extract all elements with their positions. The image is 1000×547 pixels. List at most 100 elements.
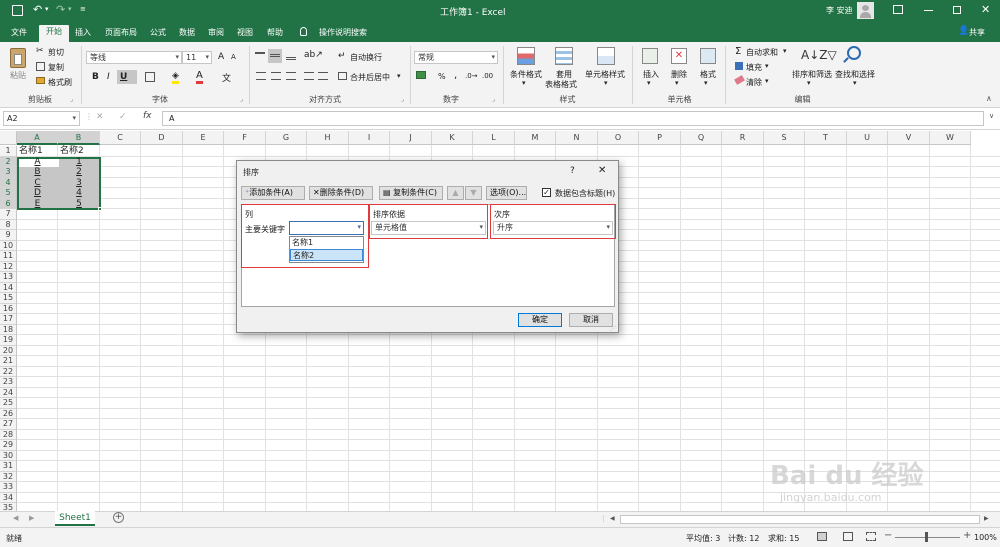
row-header-5[interactable]: 5 [0,188,17,199]
ok-button[interactable]: 确定 [518,313,562,327]
zoom-in-button[interactable]: + [963,530,971,541]
save-icon[interactable] [12,5,23,16]
row-header-22[interactable]: 22 [0,366,17,377]
row-header-26[interactable]: 26 [0,408,17,419]
row-header-23[interactable]: 23 [0,377,17,388]
tab-file[interactable]: 文件 [6,26,32,42]
cell-b4[interactable]: 3 [58,178,100,188]
dialog-close-icon[interactable]: ✕ [598,165,606,176]
number-format-select[interactable]: 常规 ▾ [414,51,498,64]
autosum-button[interactable]: 自动求和 [746,47,778,58]
cell-a6[interactable]: E [17,199,58,209]
minimize-icon[interactable] [924,10,933,11]
restore-icon[interactable] [953,6,961,14]
copy-button[interactable]: 复制 [48,62,64,73]
add-level-button[interactable]: ⁺添加条件(A) [241,186,305,200]
column-header-v[interactable]: V [888,131,930,145]
row-header-11[interactable]: 11 [0,251,17,262]
column-header-o[interactable]: O [598,131,639,145]
delete-cells-button[interactable]: 删除 [671,69,687,80]
delete-level-button[interactable]: ✕删除条件(D) [309,186,373,200]
autosum-icon[interactable]: Σ [735,46,741,57]
cell-a5[interactable]: D [17,188,58,198]
close-icon[interactable]: ✕ [981,3,990,16]
column-header-q[interactable]: Q [681,131,722,145]
row-header-25[interactable]: 25 [0,398,17,409]
middle-align-icon[interactable] [270,54,280,57]
cell-b1[interactable]: 名称2 [58,146,100,156]
border-icon[interactable] [145,72,155,82]
row-header-31[interactable]: 31 [0,461,17,472]
cell-a3[interactable]: B [17,167,58,177]
column-header-u[interactable]: U [847,131,888,145]
cell-styles-icon[interactable] [597,47,615,65]
clipboard-launcher-icon[interactable]: ⌟ [70,96,73,103]
share-button[interactable]: 共享 [969,27,985,38]
column-header-d[interactable]: D [141,131,183,145]
tab-insert[interactable]: 插入 [70,26,96,42]
bold-button[interactable]: B [92,72,99,82]
name-box[interactable]: A2 ▾ [3,111,80,126]
row-header-16[interactable]: 16 [0,303,17,314]
tab-page-layout[interactable]: 页面布局 [101,26,141,42]
format-painter-icon[interactable] [36,77,45,84]
formula-input[interactable]: A [162,111,984,126]
horizontal-scrollbar[interactable] [620,515,980,524]
column-header-m[interactable]: M [515,131,556,145]
has-headers-checkbox[interactable]: ✓ [542,188,551,197]
page-break-view-icon[interactable] [866,532,876,541]
add-sheet-button[interactable]: + [113,512,124,523]
sort-filter-button[interactable]: 排序和筛选 [792,69,832,80]
share-icon[interactable]: 👤 [958,26,969,36]
move-down-button[interactable]: ▼ [465,186,482,200]
paste-button[interactable]: 粘贴 [10,70,26,81]
column-header-k[interactable]: K [432,131,473,145]
cell-b6[interactable]: 5 [58,199,100,209]
orientation-icon[interactable]: ab↗ [304,50,323,60]
row-header-35[interactable]: 35 [0,503,17,511]
cell-b2[interactable]: 1 [58,157,100,167]
italic-button[interactable]: I [107,72,110,82]
row-header-18[interactable]: 18 [0,324,17,335]
row-header-2[interactable]: 2 [0,156,17,167]
column-header-g[interactable]: G [266,131,307,145]
user-name[interactable]: 李 安迪 [826,5,853,16]
column-header-e[interactable]: E [183,131,224,145]
row-header-21[interactable]: 21 [0,356,17,367]
wrap-text-button[interactable]: 自动换行 [350,52,382,63]
column-header-j[interactable]: J [390,131,432,145]
clear-icon[interactable] [734,75,745,85]
zoom-level[interactable]: 100% [974,533,997,542]
zoom-out-button[interactable]: − [884,530,892,541]
undo-icon[interactable]: ↶ [33,3,42,16]
align-center-icon[interactable] [271,72,281,80]
column-header-s[interactable]: S [764,131,805,145]
redo-icon[interactable]: ↷ [56,3,65,16]
underline-button[interactable]: U [120,72,127,82]
column-header-b[interactable]: B [58,131,100,145]
undo-dropdown-icon[interactable]: ▾ [45,5,49,13]
column-header-f[interactable]: F [224,131,266,145]
fill-icon[interactable] [735,62,743,70]
format-painter-button[interactable]: 格式刷 [48,77,72,88]
collapse-ribbon-icon[interactable]: ∧ [986,94,992,103]
resize-grip-icon[interactable]: ⋰ [610,325,616,332]
fill-color-icon[interactable]: ◈ [172,71,179,84]
merge-center-button[interactable]: 合并后居中 [350,72,390,83]
hscroll-left-icon[interactable]: ◀ [610,515,615,522]
sort-filter-icon[interactable]: A↓Z▽ [801,48,837,62]
fill-button[interactable]: 填充 [746,62,762,73]
row-header-9[interactable]: 9 [0,230,17,241]
column-header-c[interactable]: C [100,131,141,145]
row-header-13[interactable]: 13 [0,272,17,283]
percent-button[interactable]: % [438,72,446,81]
ribbon-display-options-icon[interactable] [893,5,903,14]
delete-cells-icon[interactable]: ✕ [671,48,687,64]
font-name-select[interactable]: 等线 ▾ [86,51,182,64]
row-header-15[interactable]: 15 [0,293,17,304]
cut-icon[interactable]: ✂ [36,46,44,56]
avatar[interactable] [857,2,874,19]
row-header-3[interactable]: 3 [0,167,17,178]
top-align-icon[interactable] [255,52,265,54]
font-size-select[interactable]: 11 ▾ [182,51,212,64]
